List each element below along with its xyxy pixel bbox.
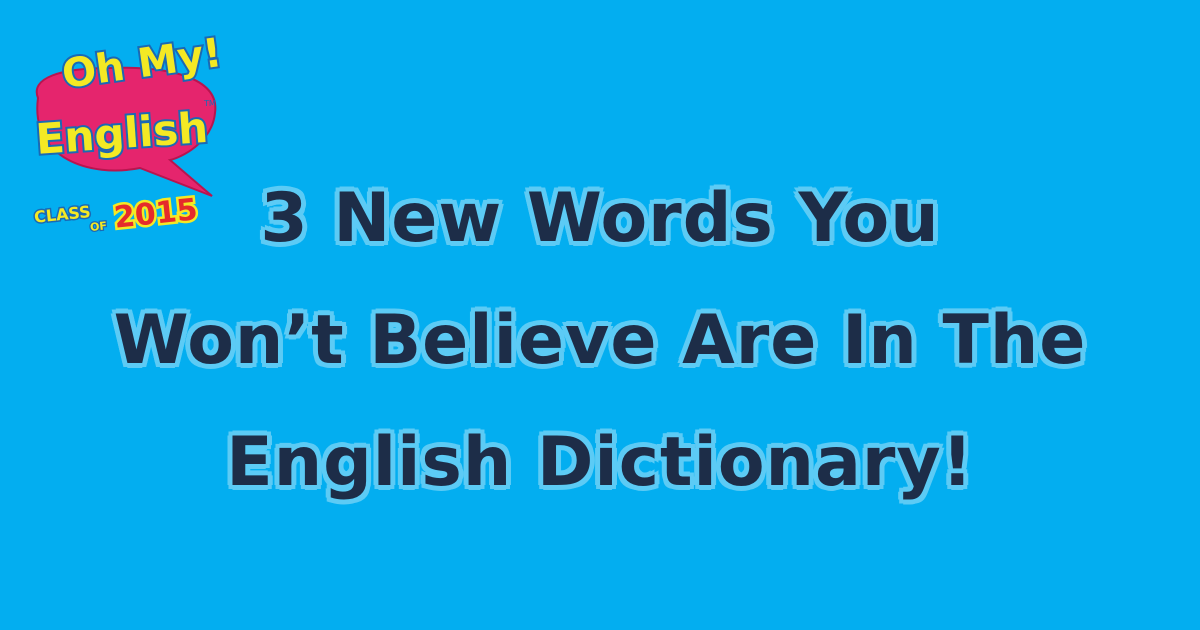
headline-line-2: Won’t Believe Are In The (113, 301, 1087, 380)
headline: 3 New Words You Won’t Believe Are In The… (0, 158, 1200, 524)
headline-line-1: 3 New Words You (260, 179, 940, 258)
headline-line-3: English Dictionary! (226, 423, 974, 502)
logo-trademark: TM (203, 99, 216, 108)
